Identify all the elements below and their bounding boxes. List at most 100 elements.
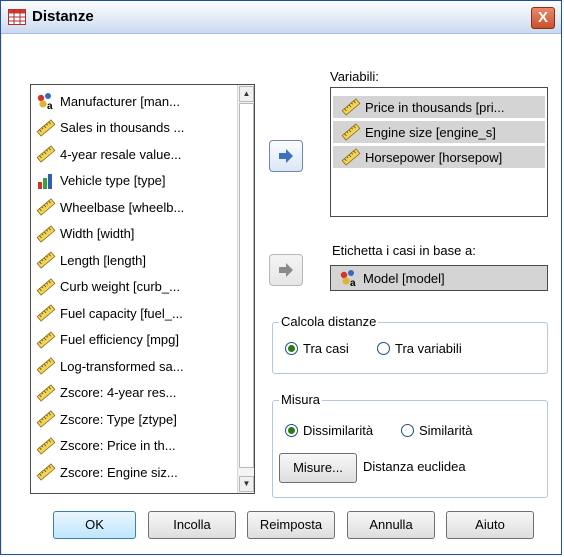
scale-ruler-icon bbox=[36, 436, 56, 455]
variable-item[interactable]: Engine size [engine_s] bbox=[333, 121, 545, 143]
list-item-label: Sales in thousands ... bbox=[60, 120, 185, 135]
radio-dissimilarity-label: Dissimilarità bbox=[303, 423, 374, 438]
scale-ruler-icon bbox=[36, 304, 56, 322]
list-item[interactable]: Fuel efficiency [mpg] bbox=[36, 330, 179, 350]
case-label-title: Etichetta i casi in base a: bbox=[332, 243, 476, 258]
radio-between-cases-label: Tra casi bbox=[303, 341, 349, 356]
source-variable-list[interactable]: a Manufacturer [man... Sales in thousands … bbox=[30, 84, 255, 494]
title-bar[interactable]: Distanze X bbox=[1, 1, 561, 34]
measures-button[interactable]: Misure... bbox=[279, 453, 357, 483]
compute-distances-group: Calcola distanze Tra casi Tra variabili bbox=[272, 314, 548, 374]
variables-label: Variabili: bbox=[330, 69, 379, 84]
scale-ruler-icon bbox=[36, 224, 56, 243]
dialog-window: Distanze X a Manufacturer [man... Sales in… bbox=[0, 0, 562, 555]
scale-ruler-icon bbox=[36, 383, 56, 402]
dialog-body: a Manufacturer [man... Sales in thousands … bbox=[2, 34, 561, 554]
scale-ruler-icon bbox=[36, 330, 56, 349]
radio-between-cases[interactable]: Tra casi bbox=[285, 341, 349, 356]
list-item-label: Zscore: Type [ztype] bbox=[60, 411, 177, 427]
radio-unselected-icon bbox=[401, 424, 414, 437]
scale-ruler-icon bbox=[36, 277, 56, 296]
scale-ruler-icon bbox=[36, 198, 56, 216]
table-app-icon bbox=[8, 9, 26, 25]
scale-ruler-icon bbox=[36, 357, 56, 375]
scroll-down-icon[interactable]: ▼ bbox=[239, 476, 254, 492]
radio-unselected-icon bbox=[377, 342, 390, 355]
list-item[interactable]: Fuel capacity [fuel_... bbox=[36, 303, 183, 323]
list-item[interactable]: Zscore: 4-year res... bbox=[36, 383, 176, 403]
case-label-value: Model [model] bbox=[363, 270, 445, 286]
scale-ruler-icon bbox=[36, 118, 56, 137]
variables-list[interactable]: Price in thousands [pri... Engine size [e… bbox=[330, 87, 548, 217]
list-item-label: Wheelbase [wheelb... bbox=[60, 199, 185, 215]
list-item-label: Vehicle type [type] bbox=[60, 173, 166, 188]
radio-similarity[interactable]: Similarità bbox=[401, 423, 472, 438]
variable-item[interactable]: Horsepower [horsepow] bbox=[333, 146, 545, 168]
list-item[interactable]: Zscore: Engine siz... bbox=[36, 462, 178, 482]
list-item-label: Width [width] bbox=[60, 226, 135, 241]
list-item[interactable]: 4-year resale value... bbox=[36, 144, 181, 164]
variable-item-label: Engine size [engine_s] bbox=[365, 124, 496, 140]
radio-between-variables-label: Tra variabili bbox=[395, 341, 462, 356]
vertical-scrollbar[interactable]: ▲ ▼ bbox=[237, 85, 254, 493]
move-to-case-label-button[interactable] bbox=[269, 254, 303, 286]
cancel-button[interactable]: Annulla bbox=[347, 511, 435, 539]
variable-item-label: Horsepower [horsepow] bbox=[365, 149, 503, 165]
list-item-label: Curb weight [curb_... bbox=[60, 279, 180, 294]
list-item-label: Fuel capacity [fuel_... bbox=[60, 305, 183, 321]
radio-selected-icon bbox=[285, 424, 298, 437]
list-item[interactable]: Curb weight [curb_... bbox=[36, 277, 180, 297]
list-item-label: Fuel efficiency [mpg] bbox=[60, 332, 179, 347]
scale-ruler-icon bbox=[341, 98, 361, 116]
variable-item[interactable]: Price in thousands [pri... bbox=[333, 96, 545, 118]
svg-text:a: a bbox=[350, 278, 356, 287]
list-item[interactable]: Vehicle type [type] bbox=[36, 171, 166, 191]
radio-similarity-label: Similarità bbox=[419, 423, 473, 438]
svg-text:a: a bbox=[47, 101, 53, 110]
nominal-icon: a bbox=[339, 269, 359, 289]
list-item-label: Zscore: Price in th... bbox=[60, 438, 176, 453]
list-item[interactable]: Zscore: Type [ztype] bbox=[36, 409, 177, 429]
list-item[interactable]: Width [width] bbox=[36, 224, 134, 244]
list-item[interactable]: Zscore: Price in th... bbox=[36, 436, 176, 456]
list-item-label: Zscore: Engine siz... bbox=[60, 464, 178, 480]
measure-group: Misura Dissimilarità Similarità Misure..… bbox=[272, 392, 548, 498]
list-item-label: 4-year resale value... bbox=[60, 146, 182, 162]
close-button[interactable]: X bbox=[531, 7, 555, 29]
ok-button[interactable]: OK bbox=[53, 511, 136, 539]
measure-title: Misura bbox=[279, 392, 323, 407]
arrow-right-icon bbox=[279, 149, 293, 163]
move-to-variables-button[interactable] bbox=[269, 140, 303, 172]
radio-between-variables[interactable]: Tra variabili bbox=[377, 341, 462, 356]
list-item[interactable]: Length [length] bbox=[36, 250, 146, 270]
list-item[interactable]: Sales in thousands ... bbox=[36, 118, 184, 138]
scroll-up-icon[interactable]: ▲ bbox=[239, 86, 254, 102]
nominal-icon: a bbox=[36, 92, 56, 112]
compute-distances-title: Calcola distanze bbox=[279, 314, 379, 329]
scale-ruler-icon bbox=[36, 251, 56, 269]
list-item[interactable]: Log-transformed sa... bbox=[36, 356, 184, 376]
close-icon: X bbox=[537, 9, 548, 26]
paste-button[interactable]: Incolla bbox=[148, 511, 236, 539]
scale-ruler-icon bbox=[341, 123, 361, 141]
radio-selected-icon bbox=[285, 342, 298, 355]
list-item-label: Manufacturer [man... bbox=[60, 93, 180, 109]
scrollbar-thumb[interactable] bbox=[239, 103, 254, 468]
scale-ruler-icon bbox=[36, 410, 56, 428]
help-button[interactable]: Aiuto bbox=[446, 511, 534, 539]
scale-ruler-icon bbox=[341, 148, 361, 166]
ordinal-bar-icon bbox=[36, 172, 56, 190]
current-measure-label: Distanza euclidea bbox=[363, 459, 466, 474]
scale-ruler-icon bbox=[36, 463, 56, 481]
arrow-right-icon bbox=[279, 263, 293, 277]
window-title: Distanze bbox=[32, 8, 94, 25]
list-item[interactable]: a Manufacturer [man... bbox=[36, 91, 180, 112]
radio-dissimilarity[interactable]: Dissimilarità bbox=[285, 423, 373, 438]
list-item-label: Length [length] bbox=[60, 252, 147, 268]
reset-button[interactable]: Reimposta bbox=[247, 511, 335, 539]
list-item-label: Log-transformed sa... bbox=[60, 358, 184, 374]
case-label-field[interactable]: a Model [model] bbox=[330, 265, 548, 291]
scale-ruler-icon bbox=[36, 145, 56, 163]
list-item-label: Zscore: 4-year res... bbox=[60, 385, 177, 400]
list-item[interactable]: Wheelbase [wheelb... bbox=[36, 197, 184, 217]
